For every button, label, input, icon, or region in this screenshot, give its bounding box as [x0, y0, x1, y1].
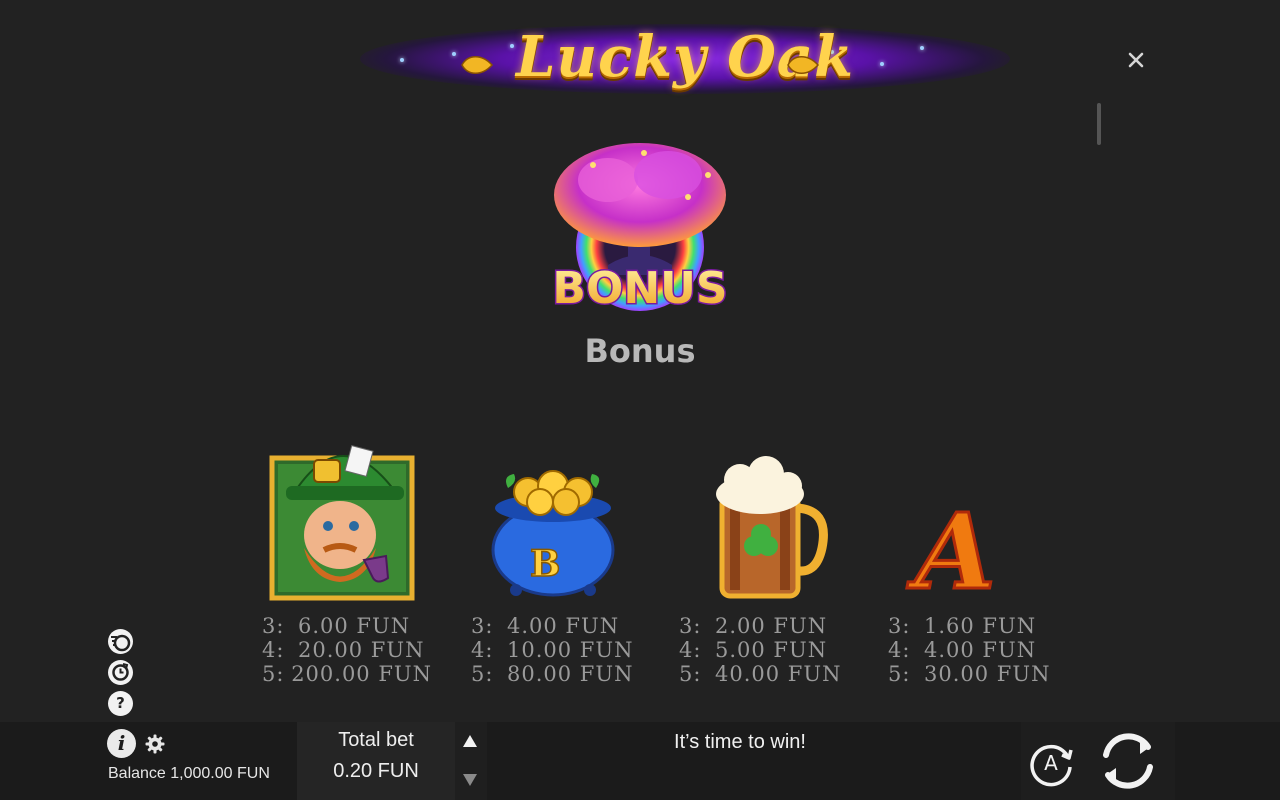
pay-count: 5:: [262, 662, 285, 686]
autoplay-label: A: [1044, 751, 1058, 775]
pay-row: 4: 5.00 FUN: [679, 638, 849, 662]
bet-decrease-icon[interactable]: [462, 773, 478, 787]
pay-count: 4:: [888, 638, 911, 662]
info-icon: i: [117, 731, 126, 755]
pay-count: 4:: [679, 638, 702, 662]
status-message: It’s time to win!: [674, 731, 806, 753]
scrollbar[interactable]: [1097, 103, 1101, 145]
pay-value: 4.00 FUN: [507, 614, 620, 638]
balance-display: Balance 1,000.00 FUN: [108, 765, 270, 782]
history-button[interactable]: [108, 660, 133, 685]
pay-value: 5.00 FUN: [715, 638, 828, 662]
help-icon: ?: [116, 694, 125, 712]
pay-count: 5:: [888, 662, 911, 686]
pay-value: 20.00 FUN: [298, 638, 425, 662]
pot-letter: B: [530, 543, 560, 585]
pay-count: 3:: [679, 614, 702, 638]
pay-row: 3: 4.00 FUN: [471, 614, 641, 638]
help-button[interactable]: ?: [108, 691, 133, 716]
pay-count: 3:: [888, 614, 911, 638]
pay-count: 5:: [679, 662, 702, 686]
pay-value: 1.60 FUN: [924, 614, 1037, 638]
info-button[interactable]: i: [107, 729, 136, 758]
pay-value: 2.00 FUN: [715, 614, 828, 638]
pay-count: 3:: [471, 614, 494, 638]
pay-row: 4: 20.00 FUN: [262, 638, 432, 662]
pay-value: 200.00 FUN: [291, 662, 432, 686]
pay-row: 3: 6.00 FUN: [262, 614, 432, 638]
pay-row: 5: 200.00 FUN: [262, 662, 432, 686]
pay-row: 5: 80.00 FUN: [471, 662, 641, 686]
bonus-symbol-label: BONUS: [552, 263, 727, 314]
turbo-button[interactable]: [108, 629, 133, 654]
paytable-letter-a: 3: 1.60 FUN 4: 4.00 FUN 5: 30.00 FUN: [888, 614, 1058, 686]
pay-value: 10.00 FUN: [507, 638, 634, 662]
logo-text: Lucky Oak: [516, 24, 854, 90]
bonus-title: Bonus: [584, 332, 696, 370]
leprechaun-symbol-icon: [269, 444, 415, 601]
pay-value: 4.00 FUN: [924, 638, 1037, 662]
pay-row: 3: 1.60 FUN: [888, 614, 1058, 638]
pay-value: 30.00 FUN: [924, 662, 1051, 686]
pay-value: 6.00 FUN: [298, 614, 411, 638]
pay-value: 40.00 FUN: [715, 662, 842, 686]
close-icon: [1128, 52, 1144, 68]
pay-count: 4:: [471, 638, 494, 662]
game-logo: Lucky Oak: [360, 14, 1010, 100]
pay-row: 4: 4.00 FUN: [888, 638, 1058, 662]
paytable-leprechaun: 3: 6.00 FUN 4: 20.00 FUN 5: 200.00 FUN: [262, 614, 432, 686]
oak-leaf-icon: [787, 56, 820, 74]
paytable-pot-of-gold: 3: 4.00 FUN 4: 10.00 FUN 5: 80.00 FUN: [471, 614, 641, 686]
total-bet-label: Total bet: [338, 729, 414, 751]
turbo-icon: [111, 634, 131, 652]
close-button[interactable]: [1124, 48, 1148, 72]
pay-row: 5: 30.00 FUN: [888, 662, 1058, 686]
autoplay-icon[interactable]: A: [1026, 737, 1076, 787]
spin-icon[interactable]: [1094, 727, 1162, 795]
total-bet-value: 0.20 FUN: [333, 760, 419, 782]
pay-count: 4:: [262, 638, 285, 662]
pay-row: 3: 2.00 FUN: [679, 614, 849, 638]
pay-row: 5: 40.00 FUN: [679, 662, 849, 686]
letter-a-glyph: A: [906, 490, 996, 605]
pay-count: 3:: [262, 614, 285, 638]
pot-of-gold-symbol-icon: B: [491, 470, 615, 597]
pay-count: 5:: [471, 662, 494, 686]
bonus-symbol-icon: BONUS: [551, 143, 729, 316]
pay-row: 4: 10.00 FUN: [471, 638, 641, 662]
bet-increase-icon[interactable]: [462, 734, 478, 748]
paytable-beer-mug: 3: 2.00 FUN 4: 5.00 FUN 5: 40.00 FUN: [679, 614, 849, 686]
gear-icon[interactable]: [144, 733, 166, 755]
letter-a-symbol-icon: A: [905, 489, 998, 606]
history-icon: [112, 663, 129, 681]
beer-mug-symbol-icon: [716, 456, 828, 599]
pay-value: 80.00 FUN: [507, 662, 634, 686]
